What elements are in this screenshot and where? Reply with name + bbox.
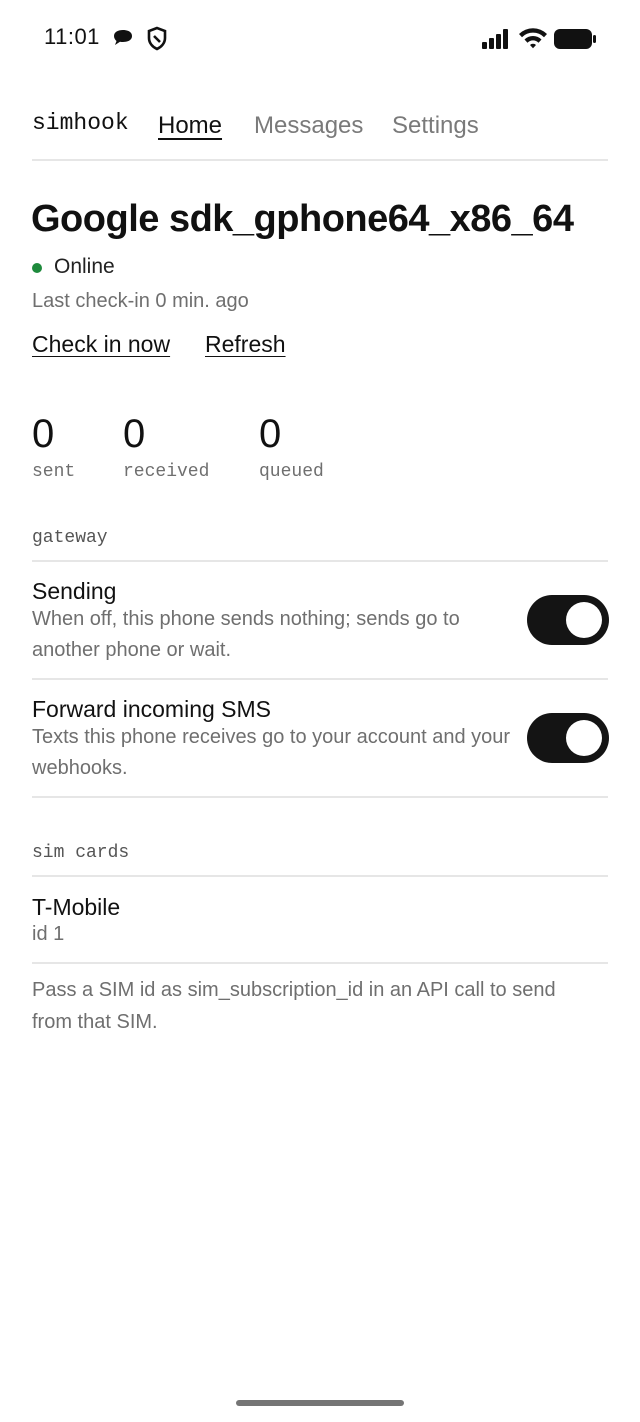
gateway-section-label: gateway (32, 528, 108, 548)
stat-label: received (123, 462, 210, 482)
stat-value: 0 (259, 412, 282, 456)
divider (32, 962, 608, 964)
tab-home[interactable]: Home (158, 112, 222, 140)
sending-toggle[interactable] (527, 595, 609, 645)
setting-sending-title: Sending (32, 578, 117, 604)
stat-received: 0 received (123, 410, 209, 482)
status-dot-icon (32, 263, 42, 273)
setting-forward-sms-description: Texts this phone receives go to your acc… (32, 726, 511, 779)
check-in-now-link[interactable]: Check in now (32, 331, 170, 358)
last-checkin-text: Last check-in 0 min. ago (32, 290, 249, 312)
toggle-knob (566, 602, 602, 638)
message-icon (111, 26, 135, 55)
device-title: Google sdk_gphone64_x86_64 (31, 198, 574, 240)
wifi-icon (518, 26, 548, 55)
stat-label: sent (32, 462, 76, 482)
divider (32, 560, 608, 562)
shield-icon (146, 26, 168, 57)
brand-logo[interactable]: simhook (32, 110, 129, 136)
sim-card-id: id 1 (32, 923, 65, 945)
refresh-link[interactable]: Refresh (205, 331, 286, 358)
setting-sending-description: When off, this phone sends nothing; send… (32, 608, 460, 661)
home-screen: 11:01 simhook Home Messages Settings Goo… (0, 0, 640, 1422)
sim-cards-section-label: sim cards (32, 843, 130, 863)
divider (32, 875, 608, 877)
home-indicator[interactable] (236, 1400, 404, 1406)
status-bar: 11:01 (0, 0, 640, 80)
top-nav: simhook Home Messages Settings (32, 100, 608, 161)
stat-value: 0 (32, 412, 55, 456)
tab-settings[interactable]: Settings (392, 112, 479, 140)
divider (32, 678, 608, 680)
signal-icon (481, 28, 511, 55)
status-text: Online (54, 255, 115, 278)
tab-messages[interactable]: Messages (254, 112, 363, 140)
toggle-knob (566, 720, 602, 756)
setting-forward-sms-title: Forward incoming SMS (32, 696, 272, 722)
forward-sms-toggle[interactable] (527, 713, 609, 763)
sim-footnote: Pass a SIM id as sim_subscription_id in … (32, 979, 556, 1033)
stat-label: queued (259, 462, 324, 482)
stat-sent: 0 sent (32, 410, 75, 482)
stat-value: 0 (123, 412, 146, 456)
divider (32, 796, 608, 798)
status-time: 11:01 (44, 24, 100, 49)
stat-queued: 0 queued (259, 410, 324, 482)
sim-card-name: T-Mobile (32, 894, 121, 920)
battery-icon (553, 27, 597, 56)
